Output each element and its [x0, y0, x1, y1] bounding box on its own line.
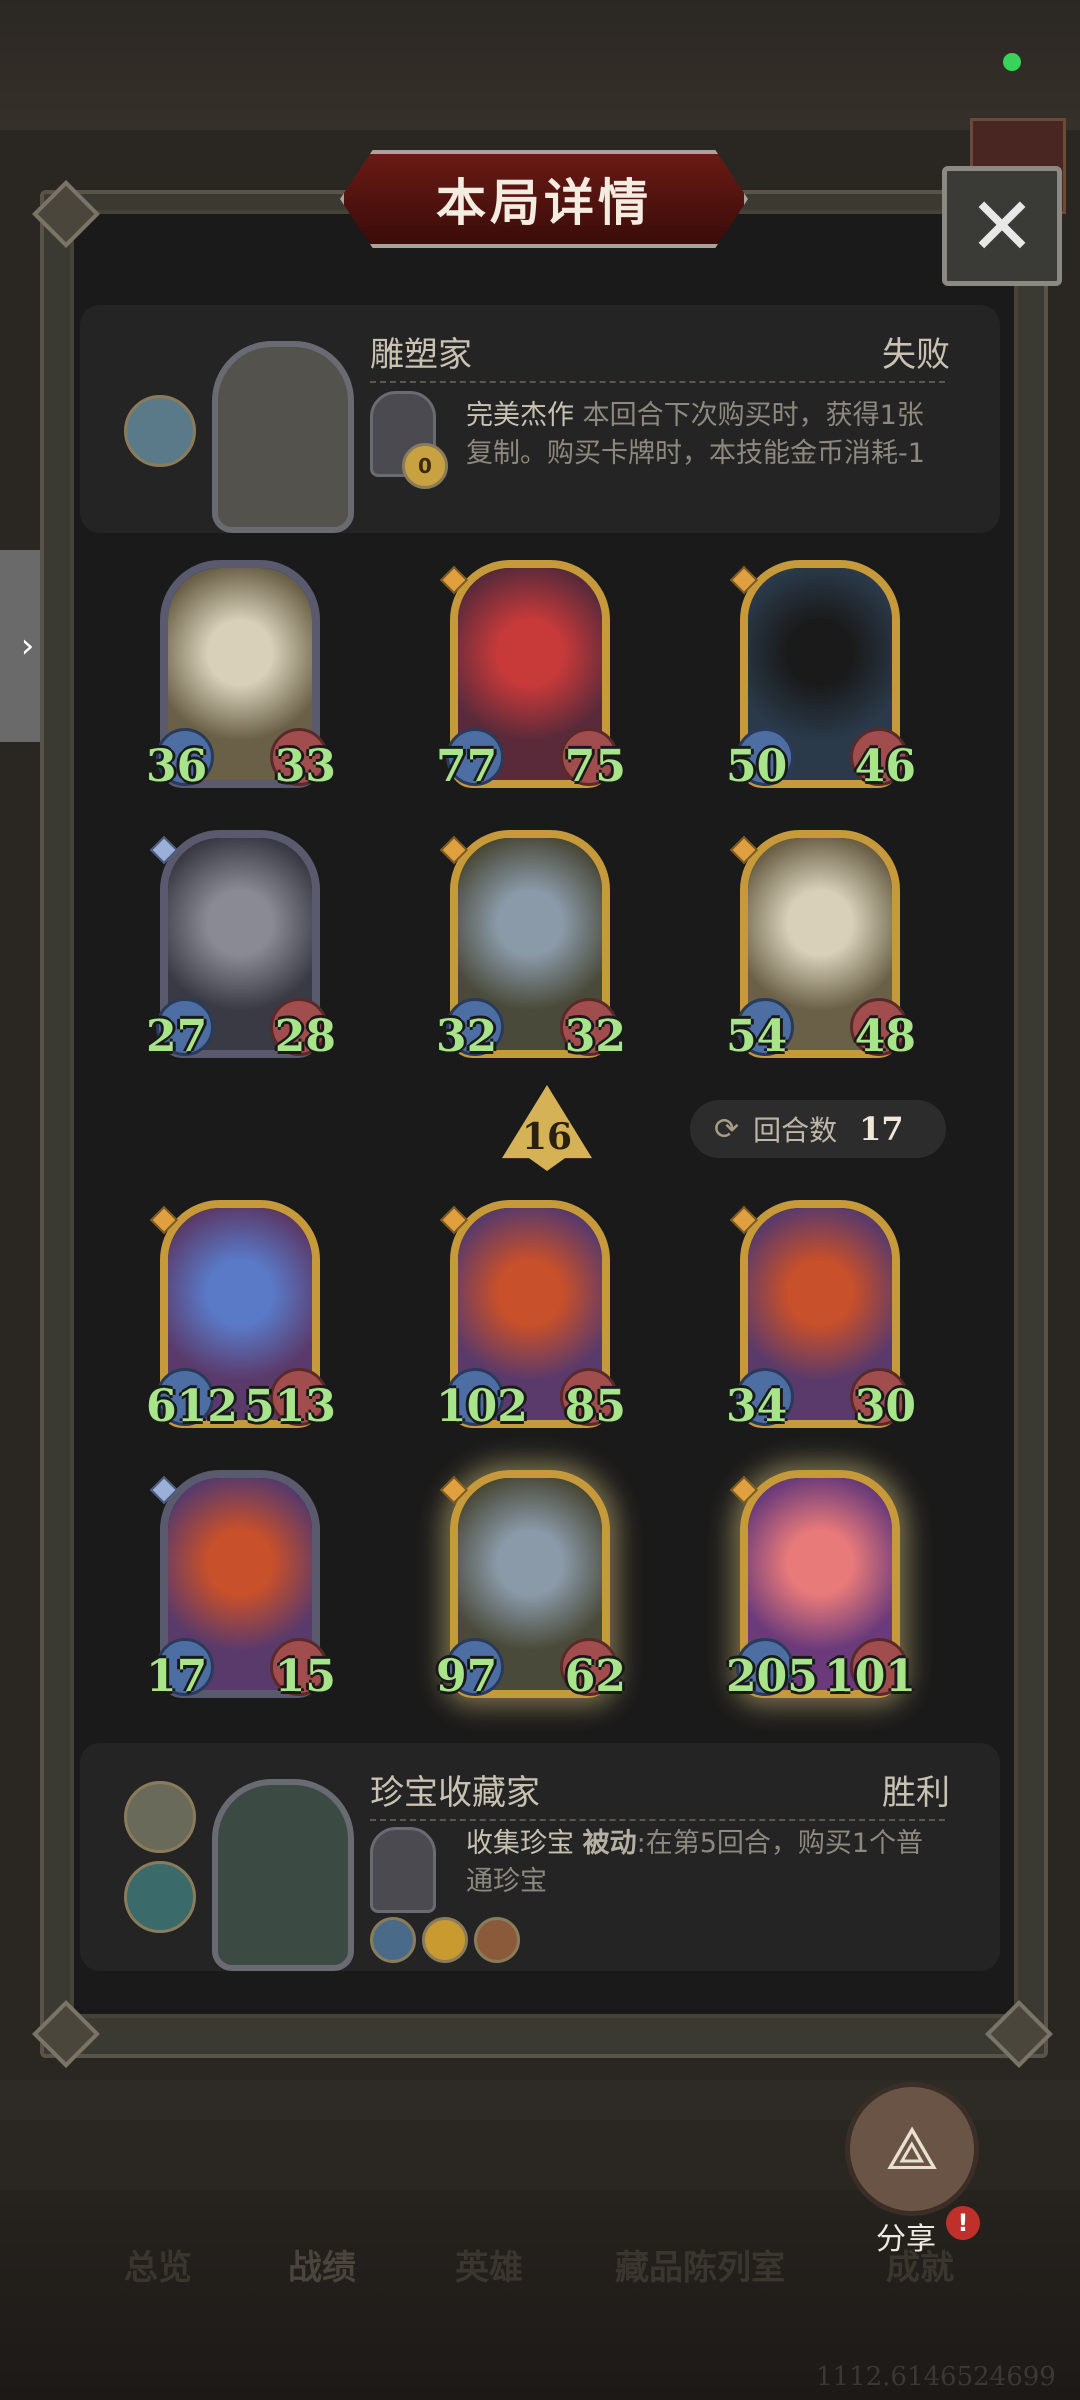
- minion-card[interactable]: 27 28: [146, 830, 336, 1070]
- minion-health: 33: [274, 741, 336, 792]
- minion-card[interactable]: 34 30: [726, 1200, 916, 1440]
- minion-attack: 32: [436, 1011, 498, 1062]
- minion-attack: 77: [436, 741, 498, 792]
- minion-card[interactable]: 102 85: [436, 1200, 626, 1440]
- minion-health: 75: [564, 741, 626, 792]
- minion-health: 85: [564, 1381, 626, 1432]
- coordinate-readout: 1112.6146524699: [816, 2362, 1056, 2392]
- minion-health: 513: [244, 1381, 336, 1432]
- minion-card[interactable]: 77 75: [436, 560, 626, 800]
- minion-card[interactable]: 54 48: [726, 830, 916, 1070]
- skill-description: 完美杰作 本回合下次购买时，获得1张复制。购买卡牌时，本技能金币消耗-1: [466, 397, 946, 473]
- status-indicator: [1003, 53, 1021, 71]
- relic-badge-icon: [474, 1917, 520, 1963]
- minion-card[interactable]: 205 101: [726, 1470, 916, 1710]
- minion-attack: 50: [726, 741, 788, 792]
- minion-card[interactable]: 97 62: [436, 1470, 626, 1710]
- hero-power-icon: [124, 395, 196, 467]
- title-plate: 本局详情: [340, 150, 748, 248]
- minion-attack: 102: [436, 1381, 528, 1432]
- relic-icon: [124, 1781, 196, 1853]
- minion-health: 46: [854, 741, 916, 792]
- share-label[interactable]: 分享: [876, 2214, 936, 2258]
- close-icon: ✕: [968, 179, 1036, 273]
- share-alert-badge: !: [946, 2206, 980, 2240]
- player-name: 雕塑家: [370, 335, 472, 375]
- minion-card[interactable]: 17 15: [146, 1470, 336, 1710]
- minion-health: 32: [564, 1011, 626, 1062]
- nav-heroes[interactable]: 英雄: [455, 2240, 523, 2289]
- minion-card[interactable]: 36 33: [146, 560, 336, 800]
- minion-health: 48: [854, 1011, 916, 1062]
- share-button[interactable]: ⟁: [845, 2082, 979, 2216]
- minion-attack: 612: [146, 1381, 238, 1432]
- refresh-icon: ⟳: [714, 1111, 740, 1147]
- match-result: 胜利: [882, 1773, 950, 1813]
- minion-attack: 97: [436, 1651, 498, 1702]
- skill-icon: [370, 1827, 436, 1913]
- match-result: 失败: [882, 335, 950, 375]
- minion-health: 101: [824, 1651, 916, 1702]
- round-counter: ⟳ 回合数 17: [690, 1100, 946, 1158]
- divider: [370, 1819, 945, 1821]
- minion-health: 15: [274, 1651, 336, 1702]
- crown-icon: [422, 1917, 468, 1963]
- minion-health: 62: [564, 1651, 626, 1702]
- minion-health: 30: [854, 1381, 916, 1432]
- skill-cost-badge: 0: [402, 443, 448, 489]
- avatar: [212, 341, 354, 533]
- minion-attack: 205: [726, 1651, 818, 1702]
- opponent-card: 雕塑家 失败 0 完美杰作 本回合下次购买时，获得1张复制。购买卡牌时，本技能金…: [80, 305, 1000, 533]
- page-title: 本局详情: [436, 174, 652, 232]
- tier-level: 16: [521, 1116, 573, 1158]
- minion-attack: 36: [146, 741, 208, 792]
- minion-attack: 34: [726, 1381, 788, 1432]
- divider: [370, 381, 945, 383]
- minion-card[interactable]: 32 32: [436, 830, 626, 1070]
- skill-description: 收集珍宝 被动:在第5回合，购买1个普通珍宝: [466, 1825, 946, 1901]
- minion-attack: 54: [726, 1011, 788, 1062]
- minion-card[interactable]: 50 46: [726, 560, 916, 800]
- close-button[interactable]: ✕: [942, 166, 1062, 286]
- skill-name: 收集珍宝: [466, 1828, 574, 1859]
- player-name: 珍宝收藏家: [370, 1773, 540, 1813]
- trinket-icon: [370, 1917, 416, 1963]
- chevron-right-icon: ›: [20, 626, 35, 666]
- skill-tag: 被动: [582, 1828, 637, 1859]
- round-count: 17: [859, 1110, 904, 1148]
- minion-attack: 17: [146, 1651, 208, 1702]
- nav-records[interactable]: 战绩: [288, 2240, 356, 2289]
- player-card: 珍宝收藏家 胜利 收集珍宝 被动:在第5回合，购买1个普通珍宝: [80, 1743, 1000, 1971]
- nav-collection[interactable]: 藏品陈列室: [615, 2240, 785, 2289]
- round-label: 回合数: [753, 1114, 838, 1147]
- share-icon: ⟁: [885, 2114, 939, 2184]
- avatar: [212, 1779, 354, 1971]
- minion-health: 28: [274, 1011, 336, 1062]
- minion-attack: 27: [146, 1011, 208, 1062]
- top-background: [0, 0, 1080, 130]
- skill-name: 完美杰作: [466, 400, 574, 431]
- nav-overview[interactable]: 总览: [124, 2240, 192, 2289]
- hero-power-icon: [124, 1861, 196, 1933]
- minion-card[interactable]: 612 513: [146, 1200, 336, 1440]
